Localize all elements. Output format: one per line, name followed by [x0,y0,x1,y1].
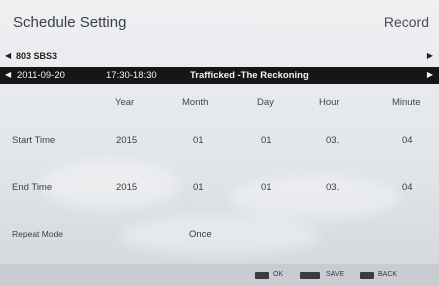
repeat-mode-field[interactable]: Once [189,229,212,240]
save-hint: SAVE [326,271,345,278]
schedule-setting-screen: Schedule Setting Record ◀ 803 SBS3 ▶ ◀ 2… [0,0,439,286]
column-header-hour: Hour [319,97,340,108]
end-hour-field[interactable]: 03. [326,182,339,193]
info-key-icon [255,272,269,279]
back-hint: BACK [378,271,398,278]
column-header-month: Month [182,97,209,108]
end-time-label: End Time [12,182,53,193]
ok-hint: OK [273,271,284,278]
end-day-field[interactable]: 01 [261,182,272,193]
page-title: Schedule Setting [13,14,127,31]
arrow-left-icon[interactable]: ◀ [5,70,11,79]
start-day-field[interactable]: 01 [261,135,272,146]
start-minute-field[interactable]: 04 [402,135,413,146]
menu-key-icon [360,272,374,279]
column-header-minute: Minute [392,97,421,108]
end-year-field[interactable]: 2015 [116,182,137,193]
start-time-label: Start Time [12,135,56,146]
column-header-day: Day [257,97,274,108]
repeat-mode-label: Repeat Mode [12,229,64,239]
end-month-field[interactable]: 01 [193,182,204,193]
color-key-icon [300,272,320,279]
program-time: 17:30-18:30 [106,70,157,81]
program-title: Trafficked -The Reckoning [190,70,309,81]
background-cloud [40,160,180,210]
program-selector[interactable]: ◀ 2011-09-20 17:30-18:30 Trafficked -The… [0,67,439,84]
program-date: 2011-09-20 [17,70,65,81]
channel-selector[interactable]: ◀ 803 SBS3 ▶ [0,50,439,64]
column-header-year: Year [115,97,135,108]
arrow-left-icon[interactable]: ◀ [5,51,11,60]
background-cloud [120,215,320,255]
background-cloud [230,175,400,220]
arrow-right-icon[interactable]: ▶ [427,51,433,60]
start-hour-field[interactable]: 03. [326,135,339,146]
channel-name: 803 SBS3 [16,51,58,61]
start-month-field[interactable]: 01 [193,135,204,146]
footer-key-hints: OK SAVE BACK [0,264,439,286]
end-minute-field[interactable]: 04 [402,182,413,193]
arrow-right-icon[interactable]: ▶ [427,70,433,79]
start-year-field[interactable]: 2015 [116,135,137,146]
header: Schedule Setting Record [0,0,439,44]
record-label: Record [383,14,429,30]
